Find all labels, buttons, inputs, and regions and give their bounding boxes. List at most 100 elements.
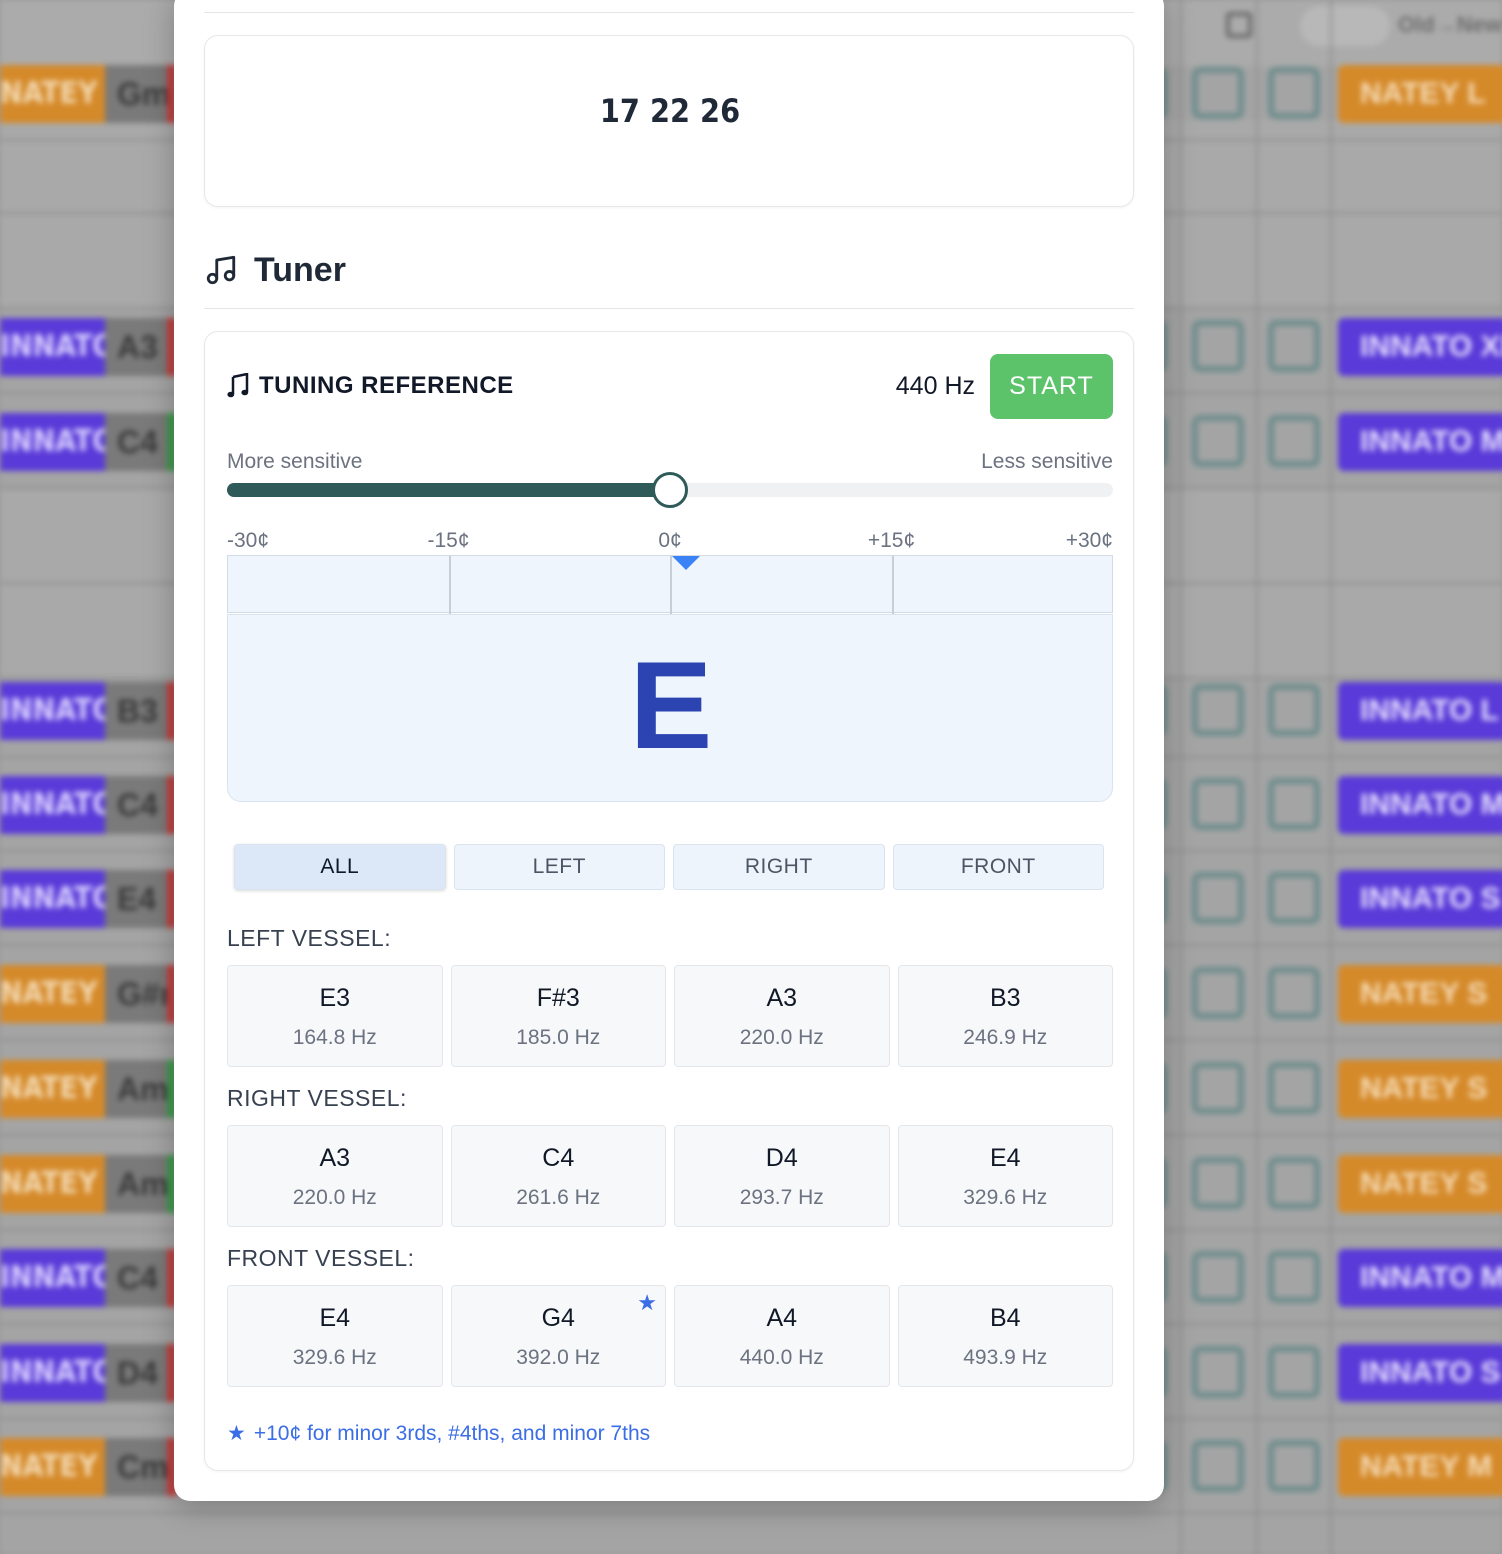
background-checkbox [1192, 67, 1244, 119]
background-checkbox [1192, 967, 1244, 1019]
note-frequency: 293.7 Hz [739, 1186, 824, 1209]
note-name: E4 [989, 1144, 1021, 1172]
background-column-line [1330, 0, 1332, 1554]
vessel-notes-grid: E4 329.6 Hz G4 392.0 Hz ★ A4 440.0 Hz B4 493.9 H… [227, 1285, 1113, 1387]
tuning-reference-text: TUNING REFERENCE [259, 372, 514, 399]
background-tag: NATEY S [1338, 1060, 1502, 1118]
note-name: E4 [319, 1304, 351, 1332]
background-tag: INNATO S [1338, 870, 1502, 928]
background-checkbox [1192, 415, 1244, 467]
background-checkbox [1268, 67, 1320, 119]
note-button[interactable]: E3 164.8 Hz [227, 965, 443, 1067]
background-tag: INNATO L [1338, 682, 1502, 740]
note-button[interactable]: B3 246.9 Hz [897, 965, 1113, 1067]
vessel-notes-grid: E3 164.8 Hz F#3 185.0 Hz A3 220.0 Hz B3 246.9 H… [227, 965, 1113, 1067]
footnote-text: +10¢ for minor 3rds, #4ths, and minor 7t… [253, 1422, 651, 1445]
background-brand: INNATO [0, 682, 105, 740]
footnote: ★ +10¢ for minor 3rds, #4ths, and minor 7… [227, 1421, 650, 1446]
note-frequency: 493.9 Hz [963, 1346, 1048, 1369]
note-button[interactable]: A3 220.0 Hz [674, 965, 890, 1067]
background-checkbox [1192, 778, 1244, 830]
note-button[interactable]: F#3 185.0 Hz [450, 965, 666, 1067]
background-checkbox [1192, 872, 1244, 924]
sensitivity-slider[interactable] [227, 472, 1113, 508]
save-icon [1226, 12, 1252, 38]
background-key: C4 [105, 776, 167, 834]
background-checkbox [1192, 320, 1244, 372]
background-tag: NATEY L [1338, 65, 1502, 123]
background-key: Am3 [105, 1060, 167, 1118]
background-key: G#m4 [105, 965, 167, 1023]
vessel-notes-grid: A3 220.0 Hz C4 261.6 Hz D4 293.7 Hz E4 329.6 Hz [227, 1125, 1113, 1227]
background-row-left: NATEYCm4 [0, 1438, 177, 1496]
cents-label: -15¢ [427, 529, 470, 552]
background-checkbox [1268, 320, 1320, 372]
background-brand: INNATO [0, 1344, 105, 1402]
filter-tab-right[interactable]: RIGHT [673, 844, 885, 890]
background-brand: NATEY [0, 965, 105, 1023]
background-checkbox [1268, 1346, 1320, 1398]
note-frequency: 440.0 Hz [739, 1346, 824, 1369]
music-note-icon [227, 373, 249, 398]
background-checkbox [1192, 684, 1244, 736]
background-row-left: INNATO B3 [0, 682, 177, 740]
filter-tab-left[interactable]: LEFT [453, 844, 665, 890]
background-row-left: NATEYG#m4 [0, 965, 177, 1023]
background-row-left: NATEYAm3 [0, 1060, 177, 1118]
slider-thumb[interactable] [652, 472, 688, 508]
note-button[interactable]: E4 329.6 Hz [227, 1285, 443, 1387]
note-button[interactable]: A3 220.0 Hz [227, 1125, 443, 1227]
cents-label: +30¢ [1065, 529, 1113, 552]
reference-frequency[interactable]: 440 Hz [896, 372, 975, 401]
note-name: A4 [766, 1304, 798, 1332]
tuner-title: Tuner [254, 250, 346, 289]
sort-toggle [1300, 6, 1390, 46]
note-frequency: 164.8 Hz [292, 1026, 377, 1049]
background-key: Cm4 [105, 1438, 167, 1496]
background-checkbox [1268, 967, 1320, 1019]
vessel-filter-tabs: ALL LEFT RIGHT FRONT [234, 844, 1104, 890]
background-key: Gm3 [105, 65, 167, 123]
start-button[interactable]: START [990, 354, 1113, 419]
filter-tab-all[interactable]: ALL [234, 844, 446, 890]
background-key: D4 [105, 1344, 167, 1402]
background-checkbox [1268, 1440, 1320, 1492]
background-checkbox [1192, 1440, 1244, 1492]
background-tag: INNATO M [1338, 413, 1502, 471]
pitch-pointer-icon [671, 556, 700, 570]
background-key: C4 [105, 413, 167, 471]
background-brand: INNATO [0, 413, 105, 471]
note-frequency: 329.6 Hz [963, 1186, 1048, 1209]
note-frequency: 220.0 Hz [292, 1186, 377, 1209]
cents-label: +15¢ [867, 529, 916, 552]
star-icon: ★ [637, 1290, 657, 1315]
filter-tab-front[interactable]: FRONT [892, 844, 1104, 890]
meter-tick [448, 556, 451, 614]
background-tag: NATEY S [1338, 1155, 1502, 1213]
background-brand: INNATO [0, 1249, 105, 1307]
note-name: G4 [541, 1304, 575, 1332]
note-button[interactable]: B4 493.9 Hz [897, 1285, 1113, 1387]
background-checkbox [1268, 872, 1320, 924]
note-button[interactable]: C4 261.6 Hz [450, 1125, 666, 1227]
background-row-left: INNATO C4 [0, 413, 177, 471]
note-button[interactable]: G4 392.0 Hz ★ [450, 1285, 666, 1387]
instrument-modal: 17 22 26 Tuner TUNING REFERENCE 440 Hz S… [174, 0, 1164, 1501]
background-checkbox [1268, 778, 1320, 830]
background-checkbox [1268, 1157, 1320, 1209]
note-button[interactable]: A4 440.0 Hz [674, 1285, 890, 1387]
schedule-numbers: 17 22 26 [599, 92, 741, 130]
background-brand: INNATO [0, 318, 105, 376]
note-button[interactable]: E4 329.6 Hz [897, 1125, 1113, 1227]
background-tag: NATEY M [1338, 1438, 1502, 1496]
background-checkbox [1192, 1157, 1244, 1209]
meter-tick [891, 556, 894, 614]
note-button[interactable]: D4 293.7 Hz [674, 1125, 890, 1227]
background-brand: INNATO [0, 776, 105, 834]
background-checkbox [1192, 1062, 1244, 1114]
note-name: F#3 [536, 984, 580, 1012]
tuner-header: Tuner [204, 248, 346, 292]
vessel-label: LEFT VESSEL: [227, 925, 392, 951]
background-brand: NATEY [0, 1438, 105, 1496]
vessel-label: RIGHT VESSEL: [227, 1085, 407, 1111]
